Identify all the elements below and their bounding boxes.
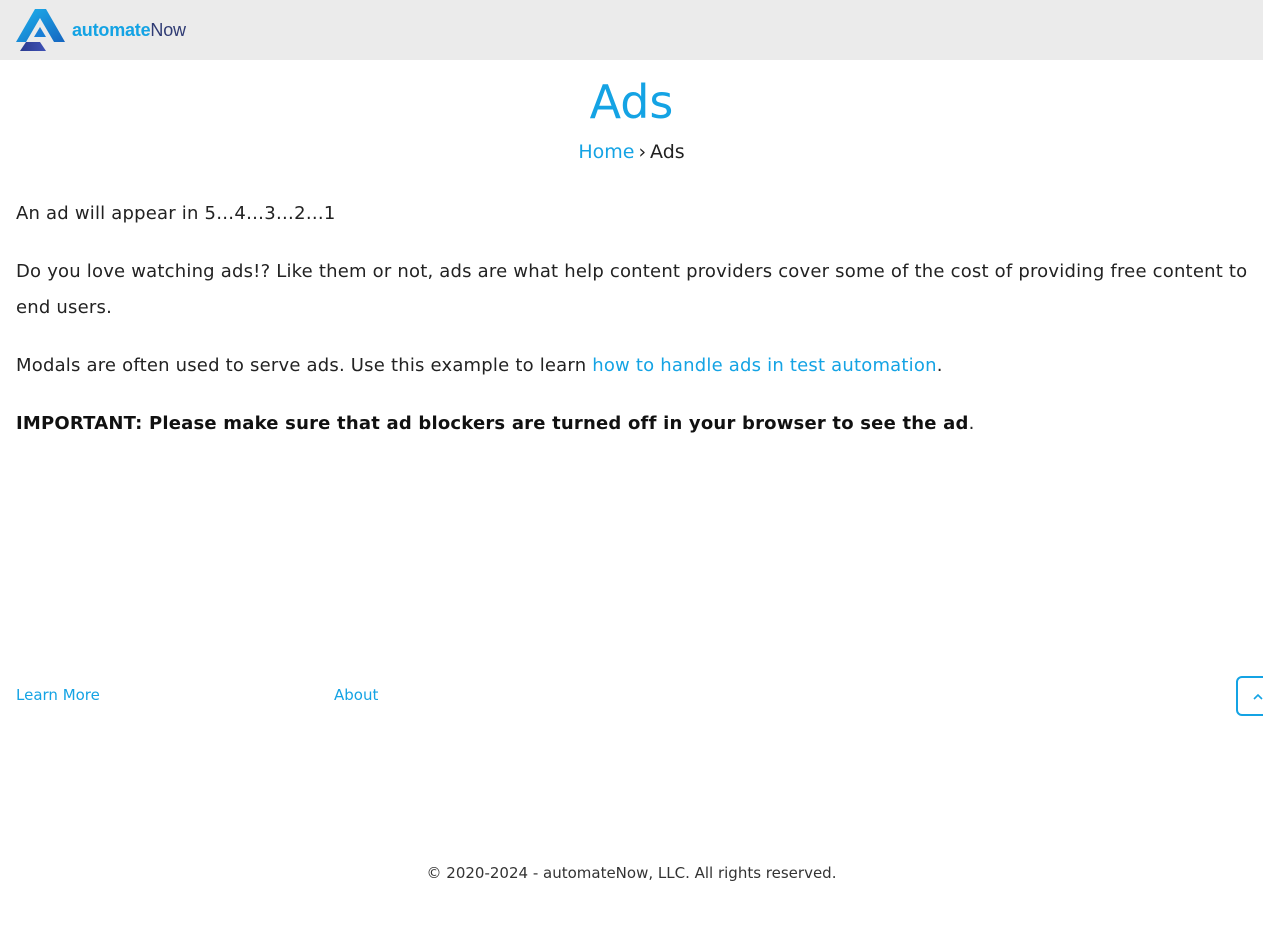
important-notice: IMPORTANT: Please make sure that ad bloc… [16, 413, 969, 434]
scroll-to-top-button[interactable] [1236, 676, 1263, 716]
site-logo[interactable]: automateNow [16, 9, 186, 51]
logo-text-now: Now [150, 19, 186, 40]
footer-learn-more-link[interactable]: Learn More [16, 685, 100, 705]
modals-suffix: . [936, 355, 943, 376]
handle-ads-link[interactable]: how to handle ads in test automation [592, 355, 936, 376]
logo-text: automateNow [72, 20, 186, 41]
page-title: Ads [589, 75, 674, 129]
breadcrumb-current: Ads [650, 141, 685, 163]
main-content: An ad will appear in 5…4…3…2…1 Do you lo… [16, 196, 1251, 464]
logo-text-automate: automate [72, 19, 151, 40]
breadcrumb: Home › Ads [0, 138, 1263, 166]
important-suffix: . [968, 413, 975, 434]
chevron-up-icon [1253, 693, 1263, 700]
footer-about-link[interactable]: About [334, 685, 378, 705]
site-header: automateNow [0, 0, 1263, 60]
breadcrumb-separator: › [638, 141, 647, 163]
automatenow-logo-icon [16, 9, 65, 51]
modals-text: Modals are often used to serve ads. Use … [16, 355, 593, 376]
intro-paragraph: Do you love watching ads!? Like them or … [16, 261, 1248, 318]
breadcrumb-home-link[interactable]: Home [578, 141, 634, 163]
copyright-text: © 2020-2024 - automateNow, LLC. All righ… [426, 864, 837, 882]
modals-paragraph: Modals are often used to serve ads. Use … [16, 348, 1251, 384]
important-paragraph: IMPORTANT: Please make sure that ad bloc… [16, 406, 1251, 442]
countdown-text: An ad will appear in 5…4…3…2…1 [16, 203, 336, 224]
